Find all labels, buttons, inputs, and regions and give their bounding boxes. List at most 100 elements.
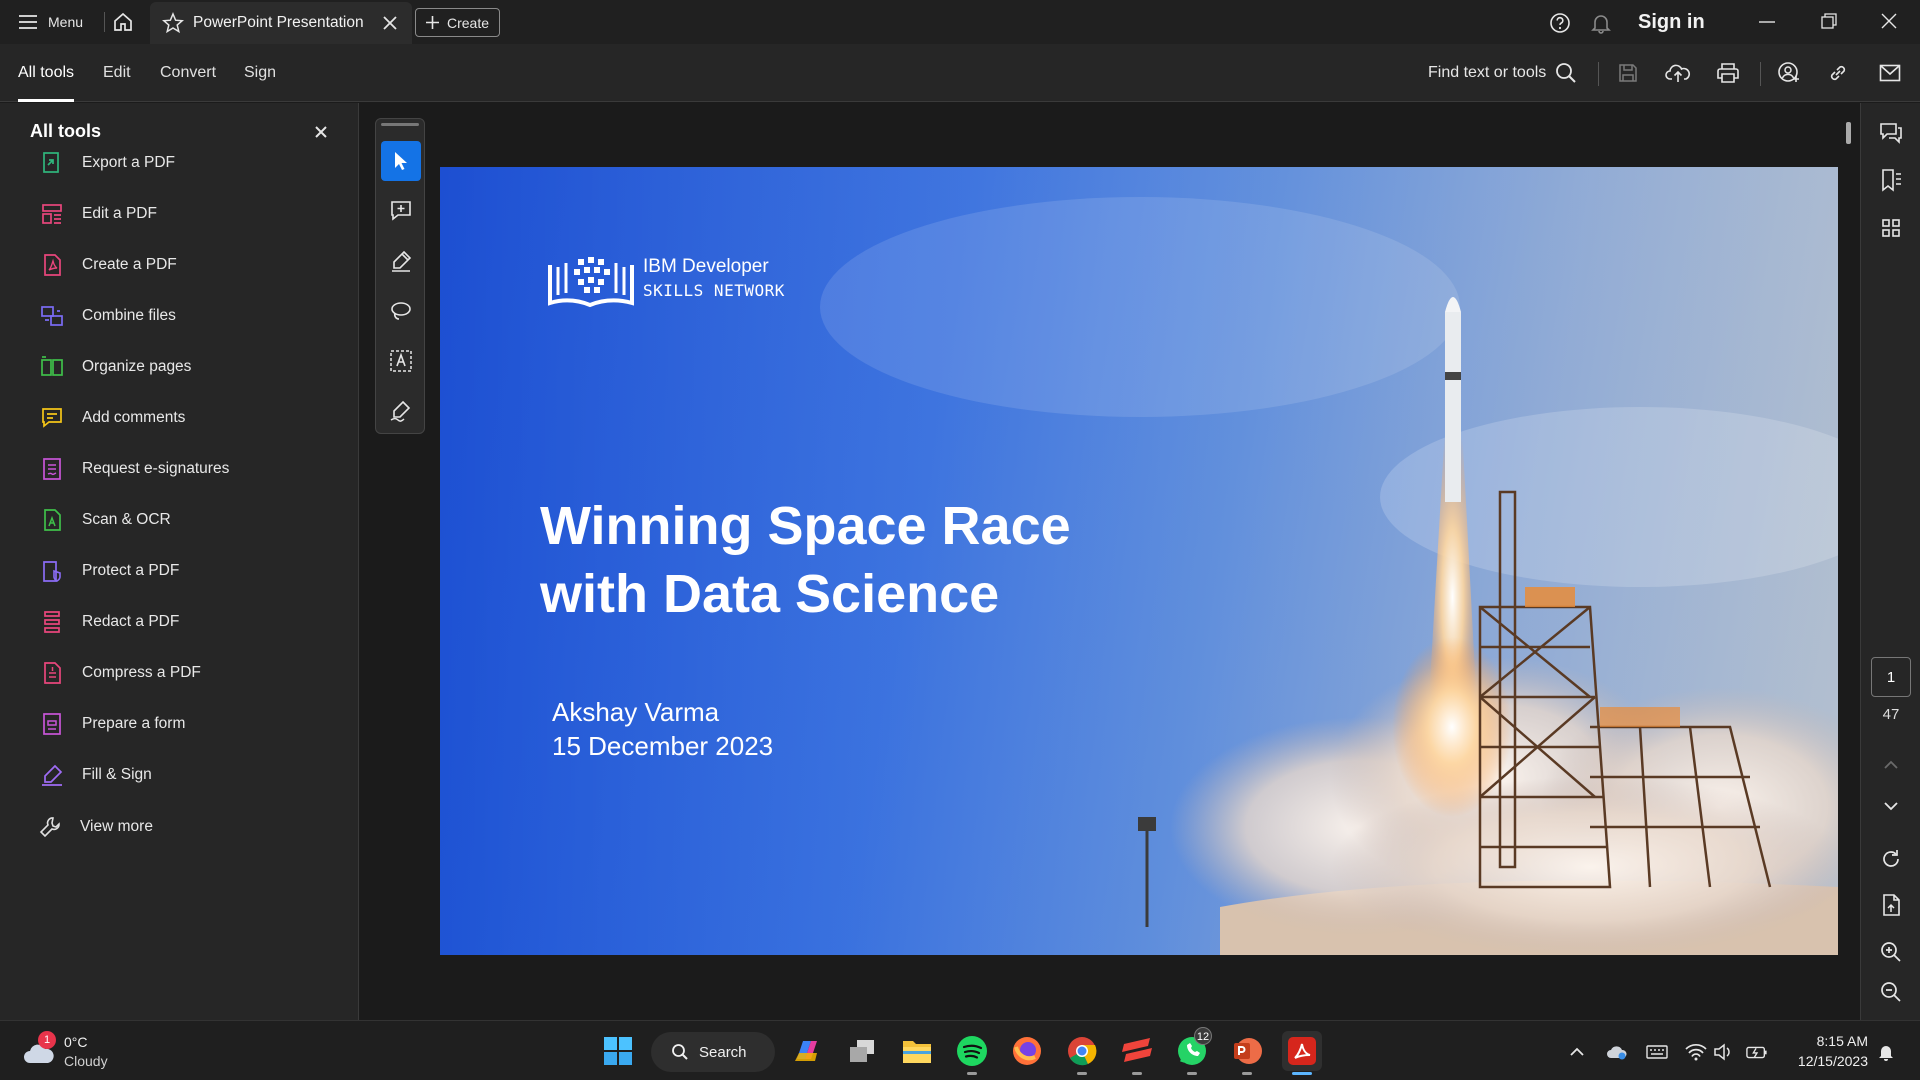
chrome-icon[interactable] bbox=[1062, 1031, 1102, 1075]
powerpoint-icon[interactable] bbox=[1227, 1031, 1267, 1075]
signature-icon[interactable] bbox=[381, 391, 421, 431]
tool-item-prepare-form[interactable]: Prepare a form bbox=[40, 704, 340, 744]
combine-files-icon bbox=[40, 304, 64, 328]
home-icon[interactable] bbox=[112, 11, 134, 33]
tab-sign[interactable]: Sign bbox=[244, 44, 276, 102]
scan-ocr-icon bbox=[40, 508, 64, 532]
battery-charging-icon[interactable] bbox=[1746, 1041, 1768, 1063]
find-text-button[interactable]: Find text or tools bbox=[1428, 44, 1546, 102]
zoom-out-icon[interactable] bbox=[1877, 978, 1905, 1006]
weather-widget[interactable]: 1 0°C Cloudy bbox=[20, 1031, 160, 1073]
search-icon[interactable] bbox=[1552, 59, 1580, 87]
tool-item-add-comments[interactable]: Add comments bbox=[40, 398, 340, 438]
protect-pdf-icon bbox=[40, 559, 64, 583]
minimize-icon[interactable] bbox=[1758, 14, 1776, 30]
taskbar-search[interactable]: Search bbox=[651, 1032, 775, 1072]
slide-author-block: Akshay Varma 15 December 2023 bbox=[552, 695, 773, 763]
page-extract-icon[interactable] bbox=[1877, 891, 1905, 919]
close-window-icon[interactable] bbox=[1880, 12, 1898, 30]
tool-item-export-pdf[interactable]: Export a PDF bbox=[40, 143, 340, 183]
create-button[interactable]: Create bbox=[415, 8, 500, 37]
wrench-icon bbox=[38, 815, 62, 839]
tool-item-fill-sign[interactable]: Fill & Sign bbox=[40, 755, 340, 795]
tray-overflow-chevron-icon[interactable] bbox=[1566, 1041, 1588, 1063]
current-page-input[interactable]: 1 bbox=[1871, 657, 1911, 697]
logo-line2: SKILLS NETWORK bbox=[643, 281, 785, 300]
close-panel-icon[interactable] bbox=[314, 125, 334, 145]
tool-item-edit-pdf[interactable]: Edit a PDF bbox=[40, 194, 340, 234]
tool-item-label: Request e-signatures bbox=[82, 460, 230, 477]
running-indicator bbox=[967, 1072, 977, 1075]
spotify-icon[interactable] bbox=[952, 1031, 992, 1075]
tool-item-scan-ocr[interactable]: Scan & OCR bbox=[40, 500, 340, 540]
presentation-date: 15 December 2023 bbox=[552, 731, 774, 761]
drag-handle[interactable] bbox=[381, 123, 419, 126]
restore-icon[interactable] bbox=[1820, 12, 1838, 30]
copilot-icon[interactable] bbox=[787, 1031, 827, 1071]
tool-item-protect-pdf[interactable]: Protect a PDF bbox=[40, 551, 340, 591]
request-esignatures-icon bbox=[40, 457, 64, 481]
print-icon[interactable] bbox=[1714, 59, 1742, 87]
thumbnails-grid-icon[interactable] bbox=[1877, 214, 1905, 242]
create-pdf-icon bbox=[40, 253, 64, 277]
document-tab[interactable]: PowerPoint Presentation bbox=[150, 2, 412, 44]
volume-icon[interactable] bbox=[1713, 1041, 1735, 1063]
acrobat-icon[interactable] bbox=[1282, 1031, 1322, 1075]
menu-button[interactable]: Menu bbox=[18, 0, 83, 44]
tool-item-organize-pages[interactable]: Organize pages bbox=[40, 347, 340, 387]
tab-edit[interactable]: Edit bbox=[103, 44, 131, 102]
text-box-icon[interactable] bbox=[381, 341, 421, 381]
tool-item-create-pdf[interactable]: Create a PDF bbox=[40, 245, 340, 285]
star-icon[interactable] bbox=[162, 12, 184, 34]
select-cursor-icon[interactable] bbox=[381, 141, 421, 181]
comments-panel-icon[interactable] bbox=[1877, 119, 1905, 147]
wifi-icon[interactable] bbox=[1685, 1041, 1707, 1063]
tool-item-request-esignatures[interactable]: Request e-signatures bbox=[40, 449, 340, 489]
tool-item-view-more[interactable]: View more bbox=[38, 807, 338, 847]
save-icon[interactable] bbox=[1614, 59, 1642, 87]
tool-item-redact-pdf[interactable]: Redact a PDF bbox=[40, 602, 340, 642]
share-user-icon[interactable] bbox=[1775, 59, 1803, 87]
tab-all-tools[interactable]: All tools bbox=[18, 44, 75, 102]
total-pages: 47 bbox=[1882, 706, 1900, 723]
chevron-up-icon[interactable] bbox=[1877, 751, 1905, 779]
tool-item-compress-pdf[interactable]: Compress a PDF bbox=[40, 653, 340, 693]
keyboard-icon[interactable] bbox=[1646, 1041, 1668, 1063]
add-comment-icon[interactable] bbox=[381, 191, 421, 231]
firefox-icon[interactable] bbox=[1007, 1031, 1047, 1071]
tool-item-label: Prepare a form bbox=[82, 715, 186, 732]
highlight-pen-icon[interactable] bbox=[381, 241, 421, 281]
running-indicator bbox=[1077, 1072, 1087, 1075]
windows-start-icon[interactable] bbox=[598, 1031, 638, 1071]
file-explorer-icon[interactable] bbox=[897, 1031, 937, 1071]
notification-bell-icon[interactable] bbox=[1875, 1041, 1897, 1063]
notifications-bell-icon[interactable] bbox=[1590, 12, 1612, 34]
bookmarks-icon[interactable] bbox=[1877, 166, 1905, 194]
weather-desc: Cloudy bbox=[64, 1053, 108, 1069]
menu-label: Menu bbox=[48, 14, 84, 30]
tool-item-label: Organize pages bbox=[82, 358, 192, 375]
whatsapp-icon[interactable]: 12 bbox=[1172, 1027, 1212, 1075]
anydesk-icon[interactable] bbox=[1117, 1031, 1157, 1075]
running-indicator bbox=[1187, 1072, 1197, 1075]
zoom-in-icon[interactable] bbox=[1877, 938, 1905, 966]
logo-line1: IBM Developer bbox=[643, 256, 769, 277]
clock[interactable]: 8:15 AM 12/15/2023 bbox=[1784, 1031, 1868, 1071]
tool-item-label: View more bbox=[80, 818, 153, 835]
link-icon[interactable] bbox=[1824, 59, 1852, 87]
lasso-draw-icon[interactable] bbox=[381, 291, 421, 331]
task-view-icon[interactable] bbox=[842, 1031, 882, 1071]
close-tab-icon[interactable] bbox=[382, 15, 398, 31]
running-indicator bbox=[1242, 1072, 1252, 1075]
right-rail: 1 47 bbox=[1860, 103, 1920, 1020]
onedrive-icon[interactable] bbox=[1606, 1041, 1628, 1063]
tab-convert[interactable]: Convert bbox=[160, 44, 216, 102]
tool-item-combine-files[interactable]: Combine files bbox=[40, 296, 340, 336]
rotate-icon[interactable] bbox=[1877, 845, 1905, 873]
chevron-down-icon[interactable] bbox=[1877, 792, 1905, 820]
help-icon[interactable] bbox=[1549, 12, 1571, 34]
upload-cloud-icon[interactable] bbox=[1664, 59, 1692, 87]
sign-in-button[interactable]: Sign in bbox=[1638, 11, 1705, 34]
email-icon[interactable] bbox=[1876, 59, 1904, 87]
vertical-scrollbar[interactable] bbox=[1846, 122, 1851, 144]
